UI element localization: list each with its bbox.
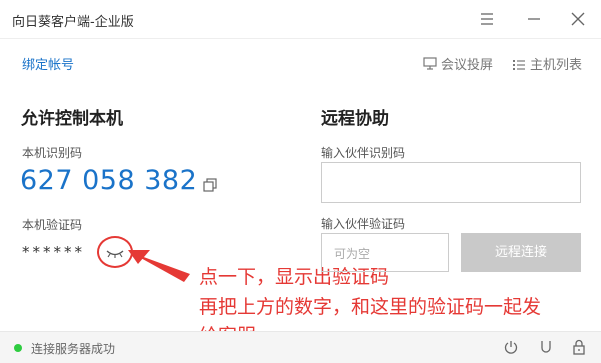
status-text: 连接服务器成功 bbox=[31, 342, 116, 356]
status-bar: 连接服务器成功 bbox=[0, 331, 601, 363]
meeting-cast-label: 会议投屏 bbox=[441, 58, 494, 73]
meeting-cast-button[interactable]: 会议投屏 bbox=[423, 54, 493, 73]
remote-connect-button[interactable]: 远程连接 bbox=[461, 233, 581, 272]
monitor-icon bbox=[423, 57, 437, 70]
partner-code-placeholder: 可为空 bbox=[334, 247, 371, 261]
bind-account-link[interactable]: 绑定帐号 bbox=[22, 54, 74, 73]
magnet-icon[interactable] bbox=[538, 339, 554, 355]
annotation-line-2: 再把上方的数字，和这里的验证码一起发 bbox=[199, 296, 542, 318]
partner-id-label: 输入伙伴识别码 bbox=[321, 146, 406, 160]
local-code-label: 本机验证码 bbox=[22, 218, 83, 232]
remote-assist-heading: 远程协助 bbox=[321, 109, 389, 129]
app-title: 向日葵客户端-企业版 bbox=[12, 15, 134, 30]
local-code-masked: ****** bbox=[22, 243, 85, 261]
annotation-arrow bbox=[128, 250, 190, 282]
local-id-label: 本机识别码 bbox=[22, 146, 83, 160]
status-ok-icon bbox=[14, 344, 22, 352]
lock-icon[interactable] bbox=[571, 339, 587, 355]
title-bar: 向日葵客户端-企业版 bbox=[0, 0, 601, 39]
menu-icon[interactable] bbox=[477, 9, 497, 29]
copy-icon[interactable] bbox=[203, 178, 217, 192]
partner-id-input[interactable] bbox=[321, 162, 581, 203]
partner-code-input[interactable]: 可为空 bbox=[321, 233, 449, 272]
partner-code-label: 输入伙伴验证码 bbox=[321, 217, 406, 231]
list-icon bbox=[513, 59, 525, 70]
host-list-button[interactable]: 主机列表 bbox=[512, 54, 582, 73]
host-list-label: 主机列表 bbox=[530, 58, 583, 73]
minimize-icon[interactable] bbox=[524, 9, 544, 29]
local-id-value: 627 058 382 bbox=[20, 165, 198, 196]
allow-control-heading: 允许控制本机 bbox=[21, 109, 123, 129]
power-icon[interactable] bbox=[503, 339, 519, 355]
close-icon[interactable] bbox=[568, 9, 588, 29]
